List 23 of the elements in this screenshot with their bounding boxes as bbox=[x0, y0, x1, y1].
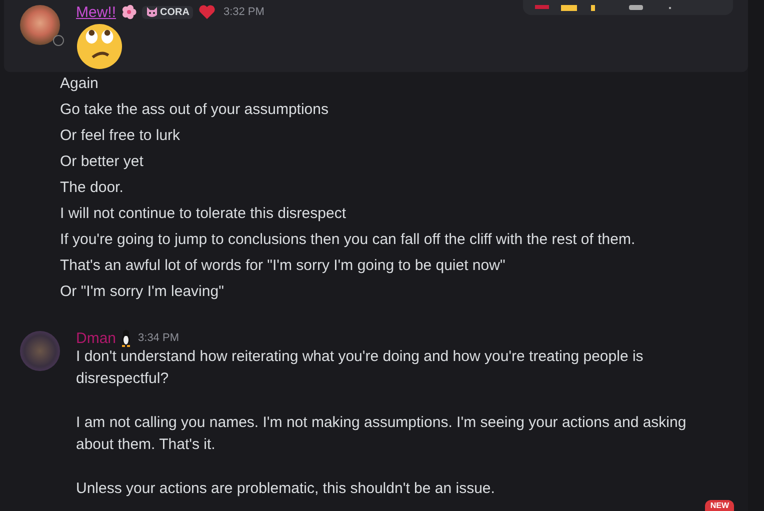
message-text: I am not calling you names. I'm not making assumptions. I'm seeing your actions and asking about them. That's it. bbox=[76, 413, 688, 455]
message-text: Or feel free to lurk bbox=[60, 126, 182, 146]
new-badge: NEW bbox=[705, 500, 734, 511]
message-text: If you're going to jump to conclusions then you can fall off the cliff with the rest of them. bbox=[60, 230, 636, 250]
timestamp: 3:32 PM bbox=[223, 6, 264, 18]
message-text: Or "I'm sorry I'm leaving" bbox=[60, 282, 225, 302]
username[interactable]: Dman bbox=[76, 330, 116, 346]
message-text: Unless your actions are problematic, this shouldn't be an issue. bbox=[76, 479, 496, 499]
message-text: I will not continue to tolerate this disrespect bbox=[60, 204, 347, 224]
heart-icon bbox=[198, 4, 216, 20]
message-text: The door. bbox=[60, 178, 124, 198]
message-text: Again bbox=[60, 74, 100, 94]
server-tag[interactable]: CORA bbox=[142, 6, 194, 18]
eye-roll-emoji bbox=[76, 23, 123, 70]
message-text: Or better yet bbox=[60, 152, 144, 172]
penguin-icon bbox=[121, 329, 132, 347]
message-text: Go take the ass out of your assumptions bbox=[60, 100, 330, 120]
username[interactable]: Mew!! bbox=[76, 4, 116, 20]
cat-icon bbox=[146, 6, 158, 18]
flower-icon bbox=[121, 4, 138, 20]
timestamp: 3:34 PM bbox=[138, 332, 179, 344]
message-text: I don't understand how reiterating what you're doing and how you're treating people is disrespectful? bbox=[76, 347, 644, 389]
message-text: That's an awful lot of words for "I'm sorry I'm going to be quiet now" bbox=[60, 256, 506, 276]
